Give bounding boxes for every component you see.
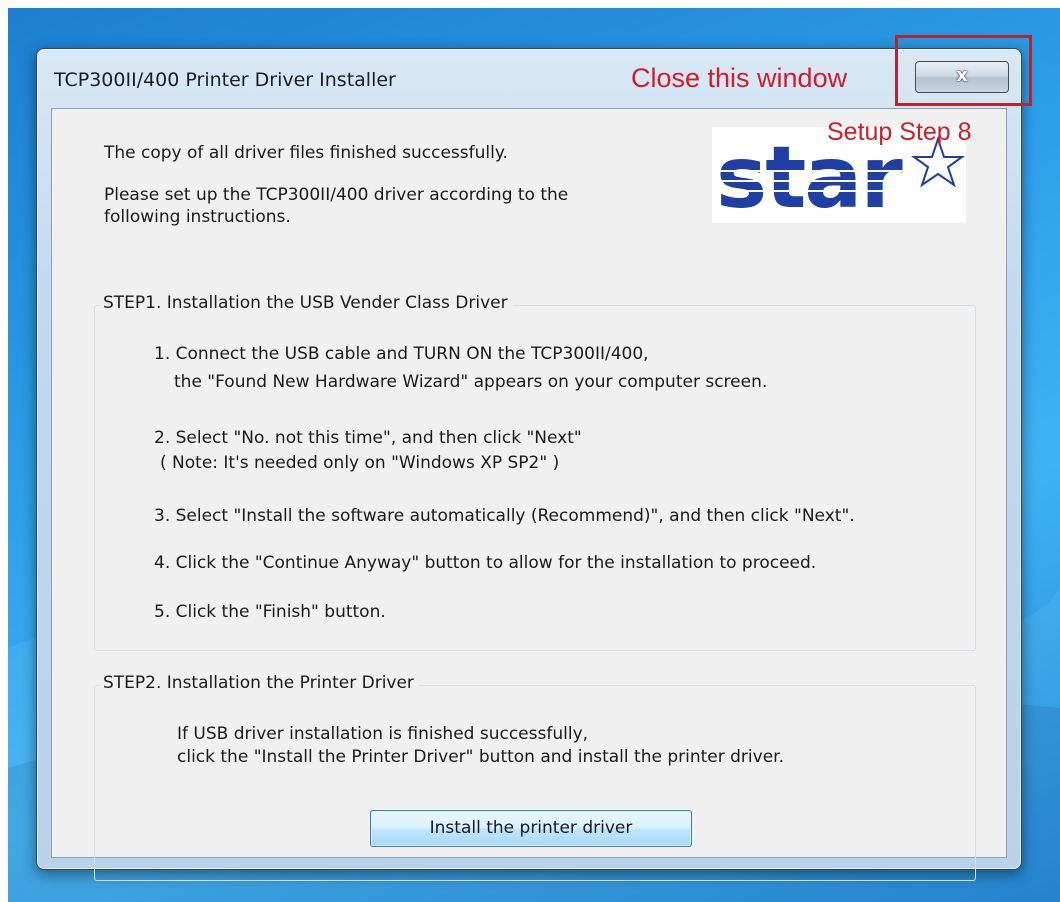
installer-window: TCP300II/400 Printer Driver Installer Cl… [36,35,1032,881]
step1-item-2-line2: ( Note: It's needed only on "Windows XP … [160,453,560,473]
step2-title: STEP2. Installation the Printer Driver [100,673,419,693]
step2-group [94,685,976,881]
close-icon: x [956,65,968,86]
install-printer-driver-button[interactable]: Install the printer driver [370,810,692,847]
window-title: TCP300II/400 Printer Driver Installer [54,69,396,91]
setup-step-annotation: Setup Step 8 [827,118,972,146]
close-button[interactable]: x [915,61,1009,93]
step1-item-1-line2: the "Found New Hardware Wizard" appears … [174,372,768,392]
step2-line2: click the "Install the Printer Driver" b… [177,747,784,767]
copy-finished-message: The copy of all driver files finished su… [104,143,508,163]
setup-instruction-line2: following instructions. [104,207,291,227]
step1-item-3: 3. Select "Install the software automati… [154,506,855,526]
step1-title: STEP1. Installation the USB Vender Class… [100,293,513,313]
step1-item-5: 5. Click the "Finish" button. [154,602,386,622]
step1-item-2-line1: 2. Select "No. not this time", and then … [154,428,582,448]
setup-instruction-line1: Please set up the TCP300II/400 driver ac… [104,185,569,205]
close-annotation-label: Close this window [631,63,848,93]
step2-line1: If USB driver installation is finished s… [177,724,589,744]
step1-item-1-line1: 1. Connect the USB cable and TURN ON the… [154,344,649,364]
desktop-background: TCP300II/400 Printer Driver Installer Cl… [8,8,1060,902]
step1-item-4: 4. Click the "Continue Anyway" button to… [154,553,817,573]
dialog-client-area: The copy of all driver files finished su… [51,108,1007,881]
